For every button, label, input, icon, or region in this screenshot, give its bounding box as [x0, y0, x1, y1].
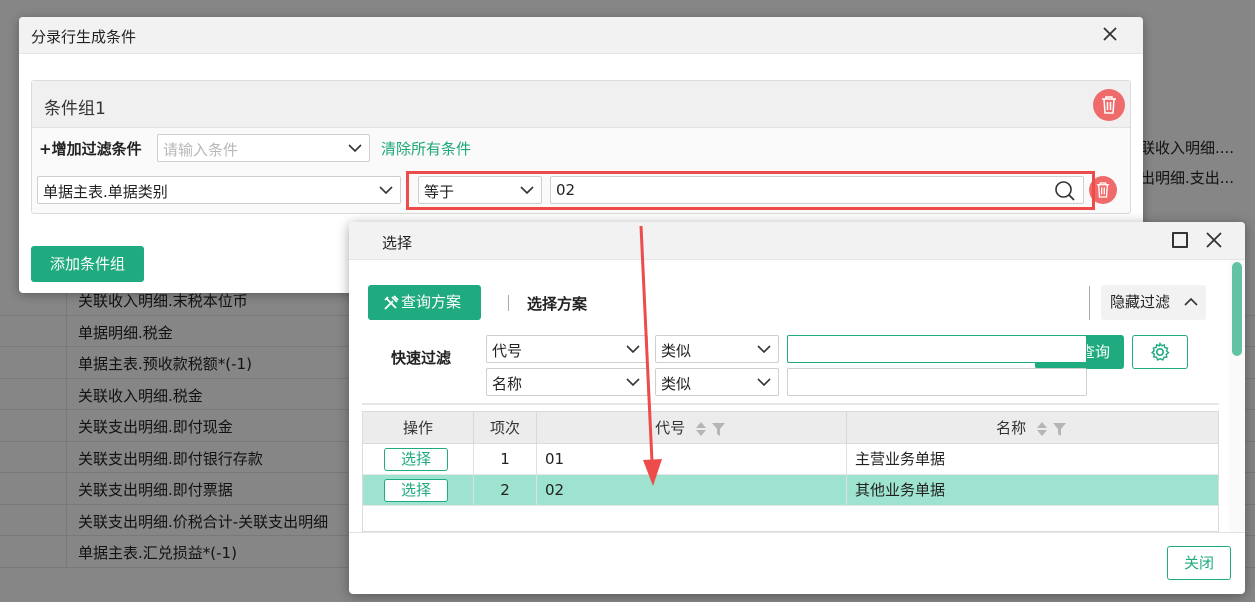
cell-name: 主营业务单据: [855, 450, 946, 468]
chevron-down-icon: [348, 144, 362, 153]
scrollbar-thumb[interactable]: [1232, 262, 1242, 356]
column-header-index: 项次: [474, 412, 537, 444]
trash-icon: [1096, 182, 1110, 198]
condition-search-select[interactable]: 请输入条件: [157, 134, 370, 162]
close-icon[interactable]: [1204, 230, 1224, 250]
dialog-header: 选择: [349, 222, 1245, 260]
condition-group-header: 条件组1: [32, 81, 1130, 128]
filter-operator-select[interactable]: 类似: [655, 368, 779, 396]
divider: [349, 532, 1245, 533]
column-header-name[interactable]: 名称: [847, 412, 1218, 444]
filter-value-input[interactable]: [787, 368, 1087, 396]
column-header-action: 操作: [363, 412, 474, 444]
chevron-down-icon: [757, 345, 771, 354]
column-header-code[interactable]: 代号: [537, 412, 847, 444]
delete-group-button[interactable]: [1093, 89, 1125, 121]
cell-code: 01: [537, 444, 847, 475]
select-row-button[interactable]: 选择: [384, 448, 448, 471]
chevron-down-icon: [626, 345, 640, 354]
tools-icon: [384, 295, 399, 310]
chevron-down-icon: [626, 378, 640, 387]
table-row[interactable]: 选择 1 01 主营业务单据: [363, 444, 1218, 475]
chevron-down-icon: [379, 186, 393, 195]
gear-icon: [1150, 342, 1170, 361]
condition-group-title: 条件组1: [44, 99, 106, 119]
field-select[interactable]: 单据主表.单据类别: [37, 176, 401, 204]
condition-highlight-box: [406, 171, 1095, 210]
table-header: 操作 项次 代号 名称: [363, 412, 1218, 444]
filter-icon: [1052, 422, 1066, 436]
cell-index: 2: [474, 475, 537, 506]
divider: [362, 403, 1219, 405]
close-button[interactable]: 关闭: [1167, 546, 1231, 580]
results-table: 操作 项次 代号 名称 选择 1 01 主营业务单据 选择 2 02 其他业务单…: [362, 411, 1219, 532]
dialog-header: 分录行生成条件: [19, 17, 1143, 54]
filter-value-input[interactable]: [787, 335, 1087, 363]
add-condition-group-button[interactable]: 添加条件组: [31, 246, 144, 282]
sort-icon: [1036, 421, 1047, 436]
filter-field-select[interactable]: 名称: [486, 368, 648, 396]
condition-group: 条件组1 +增加过滤条件 请输入条件 清除所有条件 单据主表.单据类别 等于 0…: [31, 80, 1131, 214]
trash-icon: [1102, 96, 1116, 114]
settings-button[interactable]: [1132, 335, 1188, 369]
hide-filter-button[interactable]: 隐藏过滤: [1101, 285, 1206, 320]
quick-filter-label: 快速过滤: [391, 349, 452, 367]
filter-operator-select[interactable]: 类似: [655, 335, 779, 363]
maximize-icon[interactable]: [1172, 232, 1188, 248]
divider: [1089, 286, 1090, 320]
cell-name: 其他业务单据: [855, 481, 946, 499]
select-row-button[interactable]: 选择: [384, 479, 448, 502]
cell-index: 1: [474, 444, 537, 475]
query-plan-button[interactable]: 查询方案: [368, 285, 481, 320]
select-plan-label[interactable]: 选择方案: [527, 293, 587, 314]
cell-code: 02: [537, 475, 847, 506]
dialog-title: 选择: [382, 234, 413, 252]
sort-icon: [695, 421, 706, 436]
filter-field-select[interactable]: 代号: [486, 335, 648, 363]
close-icon[interactable]: [1100, 24, 1120, 44]
dialog-title: 分录行生成条件: [31, 28, 137, 46]
table-row-selected[interactable]: 选择 2 02 其他业务单据: [363, 475, 1218, 506]
clear-all-conditions-link[interactable]: 清除所有条件: [381, 138, 471, 159]
add-filter-button[interactable]: +增加过滤条件: [39, 138, 142, 159]
chevron-down-icon: [757, 378, 771, 387]
chevron-up-icon: [1184, 297, 1198, 306]
filter-icon: [711, 422, 725, 436]
divider: [508, 295, 509, 311]
select-dialog: 选择 查询方案 选择方案 隐藏过滤 快速过滤 代号 类似 查询 名称 类似 操作…: [349, 222, 1245, 594]
